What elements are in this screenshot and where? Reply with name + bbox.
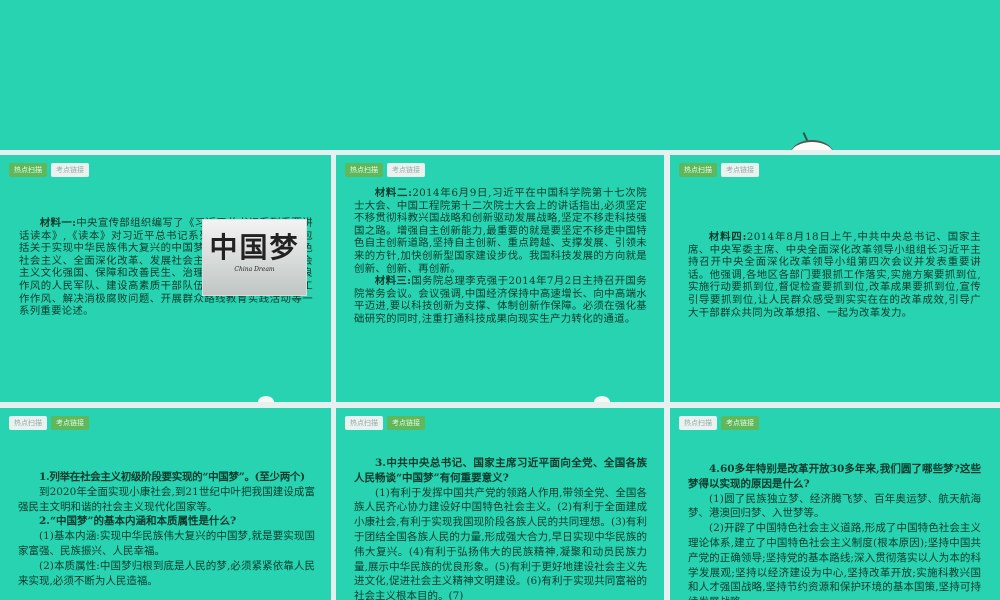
material-label: 材料三: <box>374 275 412 288</box>
tab-hot-scan[interactable]: 热点扫描 <box>345 163 383 177</box>
answer: (2)开辟了中国特色社会主义道路,形成了中国特色社会主义理论体系,建立了中国特色… <box>688 522 981 600</box>
tab-exam-link[interactable]: 考点链接 <box>51 163 89 177</box>
tab-exam-link[interactable]: 考点链接 <box>721 416 759 430</box>
decoration-dot <box>594 396 610 402</box>
question: 2.“中国梦”的基本内涵和本质属性是什么? <box>39 515 237 528</box>
answer: (1)圆了民族独立梦、经济腾飞梦、百年奥运梦、航天航海梦、港澳回归梦、入世梦等。 <box>688 492 981 520</box>
tab-exam-link[interactable]: 考点链接 <box>387 163 425 177</box>
decoration-dot <box>258 396 274 402</box>
decoration-circle <box>790 140 834 150</box>
tab-hot-scan[interactable]: 热点扫描 <box>9 163 47 177</box>
top-slide-remnant <box>0 0 1000 150</box>
slide-material-2-3[interactable]: 热点扫描 考点链接 材料二:2014年6月9日,习近平在中国科学院第十七次院士大会… <box>336 155 664 402</box>
answer: 到2020年全面实现小康社会,到21世纪中叶把我国建设成富强民主文明和谐的社会主… <box>18 485 315 513</box>
question: 1.列举在社会主义初级阶段要实现的“中国梦”。(至少两个) <box>39 471 305 483</box>
material-text: 2014年8月18日上午,中共中央总书记、国家主席、中央军委主席、中央全面深化改… <box>688 231 981 319</box>
tab-exam-link[interactable]: 考点链接 <box>721 163 759 177</box>
tab-hot-scan[interactable]: 热点扫描 <box>679 163 717 177</box>
material-text: 2014年6月9日,习近平在中国科学院第十七次院士大会、中国工程院第十二次院士大… <box>354 187 647 275</box>
tab-hot-scan[interactable]: 热点扫描 <box>679 416 717 430</box>
slide-question-4[interactable]: 热点扫描 考点链接 4.60多年特别是改革开放30多年来,我们圆了哪些梦?这些梦得… <box>670 408 1000 600</box>
answer: (2)本质属性:中国梦归根到底是人民的梦,必须紧紧依靠人民来实现,必须不断为人民… <box>18 559 315 587</box>
answer: (1)有利于发挥中国共产党的领路人作用,带领全党、全国各族人民齐心协力建设好中国… <box>354 486 647 600</box>
question: 3.中共中央总书记、国家主席习近平面向全党、全国各族人民畅谈“中国梦”有何重要意… <box>354 457 647 484</box>
china-dream-image: 中国梦 China Dream <box>202 219 307 296</box>
slide-question-3[interactable]: 热点扫描 考点链接 3.中共中央总书记、国家主席习近平面向全党、全国各族人民畅谈“… <box>336 408 664 600</box>
slide-material-4[interactable]: 热点扫描 考点链接 材料四:2014年8月18日上午,中共中央总书记、国家主席、中… <box>670 155 1000 402</box>
answer: (1)基本内涵:实现中华民族伟大复兴的中国梦,就是要实现国家富强、民族振兴、人民… <box>18 530 315 557</box>
tab-hot-scan[interactable]: 热点扫描 <box>345 416 383 430</box>
slide-questions-1-2[interactable]: 热点扫描 考点链接 1.列举在社会主义初级阶段要实现的“中国梦”。(至少两个) 到… <box>0 408 331 600</box>
tab-hot-scan[interactable]: 热点扫描 <box>9 416 47 430</box>
tab-exam-link[interactable]: 考点链接 <box>51 416 89 430</box>
material-label: 材料四: <box>708 231 747 243</box>
question: 4.60多年特别是改革开放30多年来,我们圆了哪些梦?这些梦得以实现的原因是什么… <box>688 463 981 490</box>
material-label: 材料一: <box>39 217 77 229</box>
tab-exam-link[interactable]: 考点链接 <box>387 416 425 430</box>
material-label: 材料二: <box>374 187 413 199</box>
